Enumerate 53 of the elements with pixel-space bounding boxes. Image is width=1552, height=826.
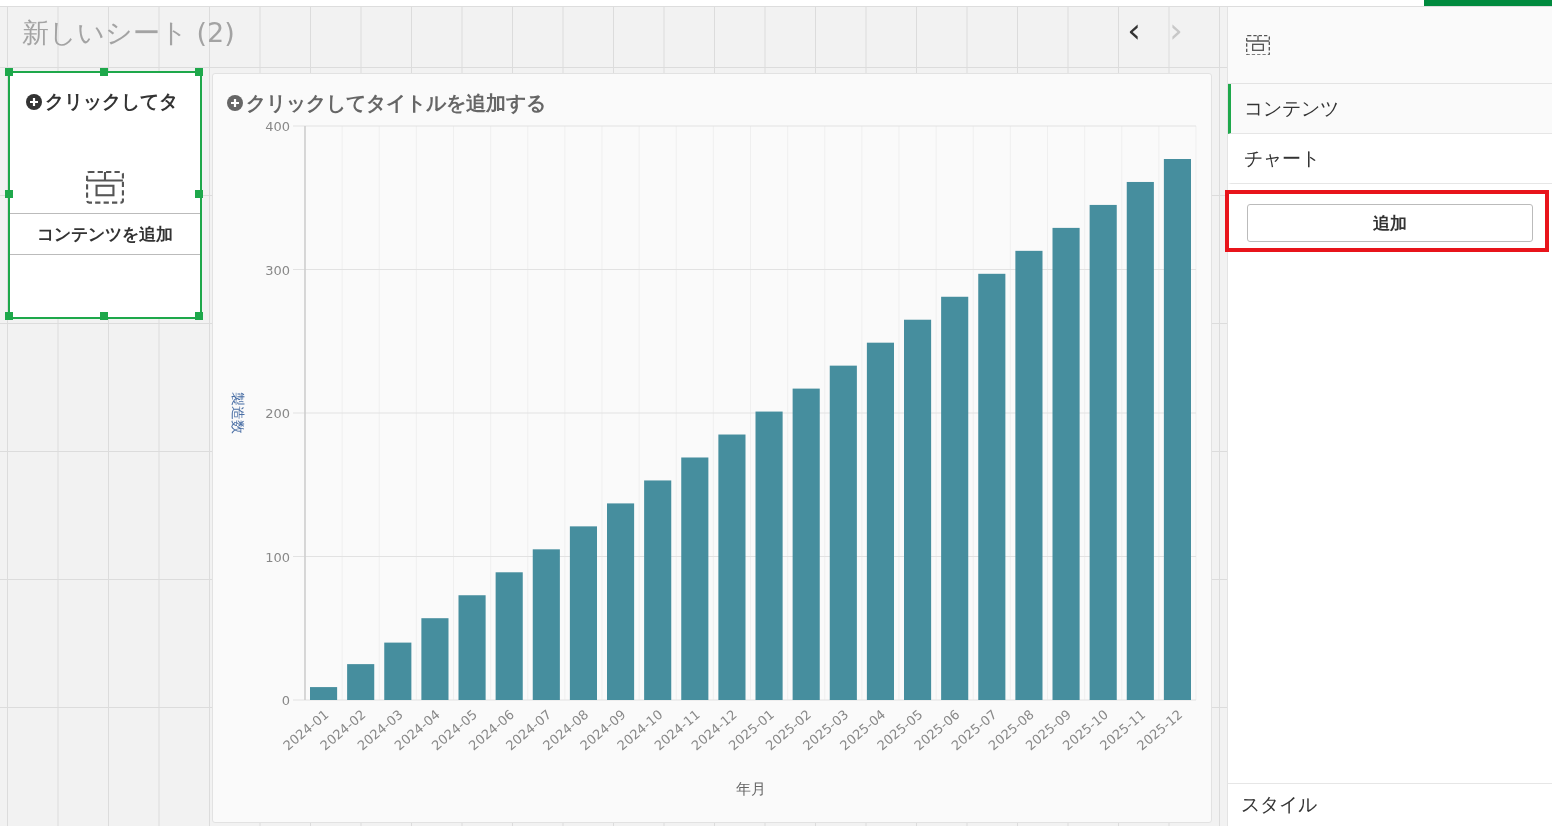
bar[interactable]: [532, 549, 560, 700]
add-icon: [26, 94, 42, 110]
resize-handle[interactable]: [195, 190, 203, 198]
bar[interactable]: [1089, 204, 1117, 700]
resize-handle[interactable]: [100, 312, 108, 320]
resize-handle[interactable]: [5, 312, 13, 320]
sheet-title: 新しいシート (2): [22, 16, 236, 50]
panel-section[interactable]: チャート: [1228, 134, 1552, 184]
resize-handle[interactable]: [195, 312, 203, 320]
bar[interactable]: [644, 480, 672, 700]
bar[interactable]: [792, 388, 820, 700]
bar[interactable]: [1126, 181, 1154, 700]
content-placeholder-icon: [86, 171, 124, 204]
placeholder-card[interactable]: クリックしてタ コンテンツを追加: [8, 71, 202, 319]
add-button[interactable]: 追加: [1247, 204, 1533, 242]
bar[interactable]: [1015, 250, 1043, 700]
bar[interactable]: [755, 411, 783, 700]
bar[interactable]: [384, 642, 412, 700]
bar[interactable]: [347, 664, 375, 700]
y-axis-label: 0: [281, 693, 290, 708]
previous-button[interactable]: ‹: [1113, 13, 1155, 53]
bar[interactable]: [978, 273, 1006, 700]
resize-handle[interactable]: [195, 68, 203, 76]
bar[interactable]: [718, 434, 746, 700]
chart-title[interactable]: クリックしてタイトルを追加する: [246, 89, 546, 117]
bar[interactable]: [458, 595, 486, 700]
add-content-link[interactable]: コンテンツを追加: [10, 213, 200, 255]
bar[interactable]: [607, 503, 635, 700]
bar[interactable]: [1163, 159, 1191, 700]
add-icon: [227, 95, 243, 111]
y-axis-label: 300: [265, 262, 290, 278]
panel-section[interactable]: コンテンツ: [1228, 84, 1552, 134]
bar[interactable]: [941, 296, 969, 700]
y-axis-title: 製造数: [230, 392, 246, 434]
y-axis-label: 100: [265, 549, 290, 565]
bar[interactable]: [569, 526, 597, 700]
y-axis-label: 400: [265, 119, 290, 134]
bar[interactable]: [421, 618, 449, 700]
content-placeholder-icon: [1246, 34, 1270, 56]
resize-handle[interactable]: [5, 68, 13, 76]
bar[interactable]: [681, 457, 709, 700]
bar[interactable]: [1052, 227, 1080, 700]
bar[interactable]: [829, 365, 857, 700]
resize-handle[interactable]: [5, 190, 13, 198]
bar[interactable]: [495, 572, 523, 700]
x-axis-title: 年月: [735, 780, 766, 798]
resize-handle[interactable]: [100, 68, 108, 76]
card-title[interactable]: クリックしてタ: [45, 89, 178, 115]
bar[interactable]: [904, 319, 932, 700]
y-axis-label: 200: [265, 406, 290, 421]
bar[interactable]: [310, 687, 338, 700]
bar[interactable]: [866, 342, 894, 700]
style-section[interactable]: スタイル: [1228, 783, 1552, 826]
